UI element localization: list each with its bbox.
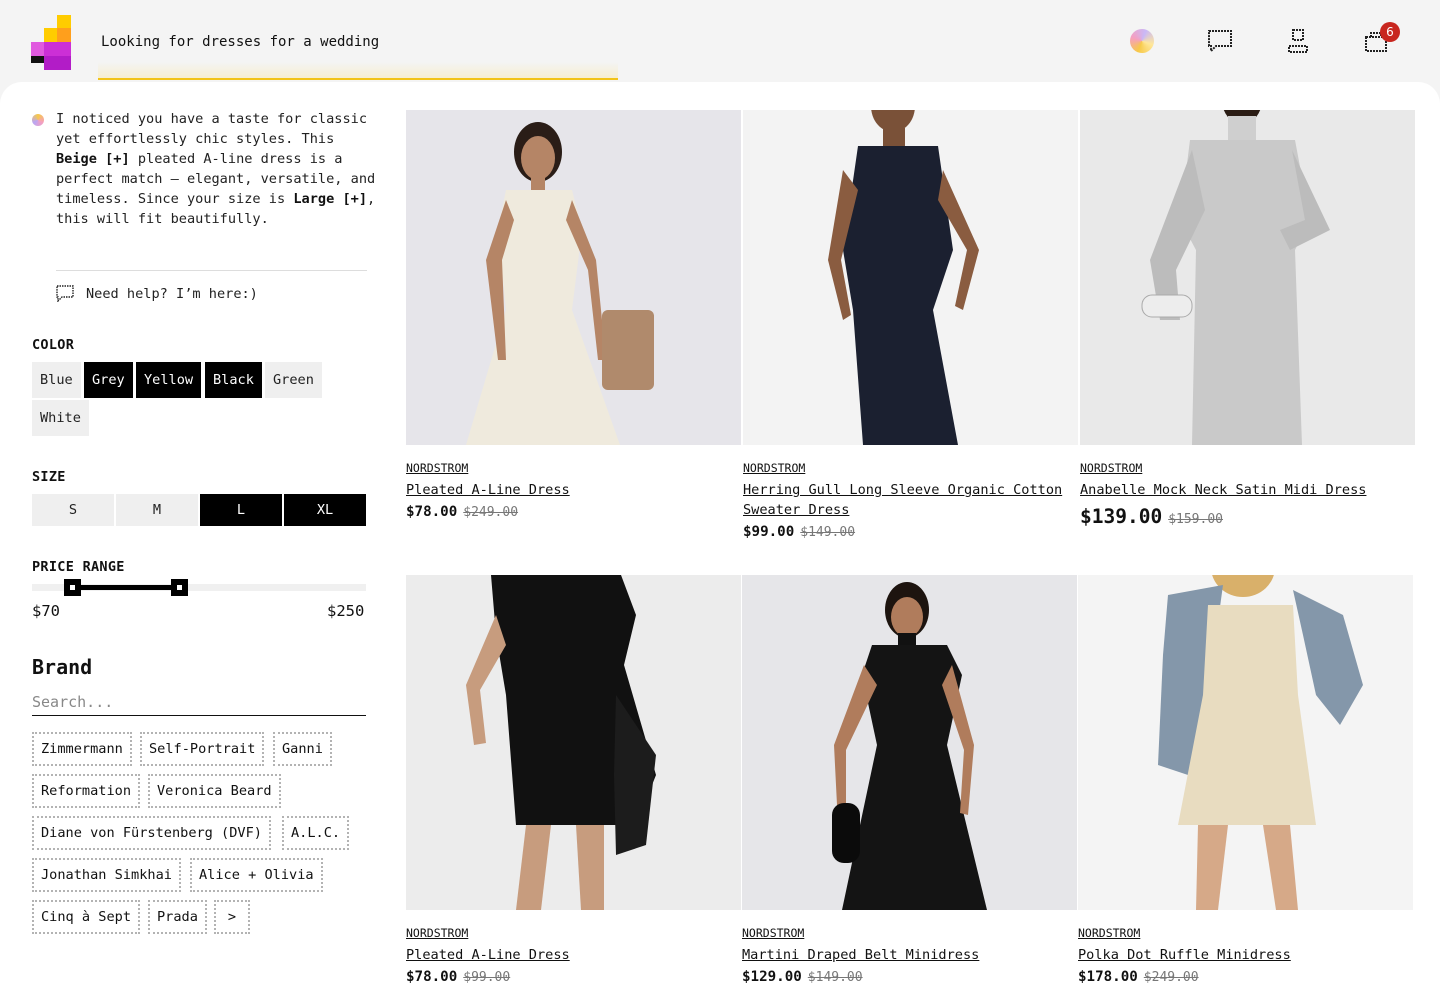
brand-chip[interactable]: Ganni <box>273 732 332 766</box>
brand-chip[interactable]: Alice + Olivia <box>190 858 323 892</box>
brand-chip[interactable]: Cinq à Sept <box>32 900 141 934</box>
price-range-title: PRICE RANGE <box>32 559 125 575</box>
color-chip-white[interactable]: White <box>32 400 89 436</box>
product-image[interactable] <box>742 575 1077 910</box>
product-name[interactable]: Anabelle Mock Neck Satin Midi Dress <box>1080 480 1415 500</box>
product-image[interactable] <box>1080 110 1415 445</box>
product-price: $99.00 $149.00 <box>743 524 855 540</box>
search-underline <box>98 78 618 80</box>
product-brand[interactable]: NORDSTROM <box>743 461 805 475</box>
help-link[interactable]: Need help? I’m here:) <box>56 285 258 302</box>
sale-price: $139.00 <box>1080 505 1163 528</box>
product-brand[interactable]: NORDSTROM <box>1078 926 1140 940</box>
product-price: $129.00 $149.00 <box>742 969 863 985</box>
product-name[interactable]: Herring Gull Long Sleeve Organic Cotton … <box>743 480 1079 520</box>
original-price: $249.00 <box>463 505 519 520</box>
original-price: $149.00 <box>807 970 863 985</box>
size-option-s[interactable]: S <box>32 494 114 526</box>
color-chip-green[interactable]: Green <box>265 362 322 398</box>
product-price: $178.00 $249.00 <box>1078 969 1199 985</box>
product-brand[interactable]: NORDSTROM <box>742 926 804 940</box>
more-brands-chevron-icon[interactable]: > <box>214 900 250 934</box>
ai-orb-icon[interactable] <box>1127 26 1157 56</box>
brand-chip[interactable]: Jonathan Simkhai <box>32 858 181 892</box>
product-brand[interactable]: NORDSTROM <box>406 926 468 940</box>
sale-price: $78.00 <box>406 969 458 985</box>
sale-price: $78.00 <box>406 504 458 520</box>
price-min-label: $70 <box>32 602 60 620</box>
product-image[interactable] <box>406 575 741 910</box>
brand-chip[interactable]: Veronica Beard <box>148 774 281 808</box>
message-text: I noticed you have a taste for classic y… <box>56 111 367 147</box>
size-filter-title: SIZE <box>32 469 66 485</box>
color-tag[interactable]: Beige [+] <box>56 151 130 167</box>
chat-icon <box>56 285 74 302</box>
color-chip-blue[interactable]: Blue <box>32 362 81 398</box>
help-text: Need help? I’m here:) <box>86 285 258 302</box>
product-price: $139.00 $159.00 <box>1080 505 1223 528</box>
color-chip-yellow[interactable]: Yellow <box>136 362 202 398</box>
price-max-handle[interactable] <box>171 579 188 596</box>
product-brand[interactable]: NORDSTROM <box>1080 461 1142 475</box>
brand-logo[interactable] <box>31 15 71 70</box>
brand-search-input[interactable] <box>32 688 366 716</box>
cart-count-badge: 6 <box>1380 22 1400 42</box>
ai-search-bar[interactable]: Looking for dresses for a wedding <box>98 28 618 80</box>
brand-chip[interactable]: A.L.C. <box>282 816 350 850</box>
top-header: Looking for dresses for a wedding 6 <box>0 0 1440 84</box>
size-option-xl[interactable]: XL <box>284 494 366 526</box>
product-price: $78.00 $249.00 <box>406 504 518 520</box>
brand-filter-title: Brand <box>32 655 93 679</box>
product-name[interactable]: Polka Dot Ruffle Minidress <box>1078 945 1408 965</box>
product-image[interactable] <box>406 110 741 445</box>
sale-price: $99.00 <box>743 524 795 540</box>
assistant-orb-icon <box>32 114 44 126</box>
color-chip-grey[interactable]: Grey <box>84 362 133 398</box>
sale-price: $178.00 <box>1078 969 1138 985</box>
sale-price: $129.00 <box>742 969 802 985</box>
price-range-fill <box>72 585 180 590</box>
size-option-l[interactable]: L <box>200 494 282 526</box>
brand-chip[interactable]: Zimmermann <box>32 732 132 766</box>
original-price: $149.00 <box>800 525 856 540</box>
color-filter-title: COLOR <box>32 337 75 353</box>
brand-chip[interactable]: Diane von Fürstenberg (DVF) <box>32 816 271 850</box>
product-name[interactable]: Martini Draped Belt Minidress <box>742 945 1072 965</box>
product-image[interactable] <box>743 110 1078 445</box>
brand-chip[interactable]: Prada <box>148 900 207 934</box>
search-query[interactable]: Looking for dresses for a wedding <box>101 34 379 50</box>
price-max-label: $250 <box>327 602 365 620</box>
product-name[interactable]: Pleated A-Line Dress <box>406 480 736 500</box>
size-option-m[interactable]: M <box>116 494 198 526</box>
size-tag[interactable]: Large [+] <box>293 191 367 207</box>
product-price: $78.00 $99.00 <box>406 969 510 985</box>
chat-icon[interactable] <box>1205 26 1235 56</box>
assistant-divider <box>56 270 367 271</box>
assistant-message: I noticed you have a taste for classic y… <box>56 109 376 229</box>
color-chip-black[interactable]: Black <box>205 362 262 398</box>
price-min-handle[interactable] <box>64 579 81 596</box>
original-price: $249.00 <box>1143 970 1199 985</box>
original-price: $159.00 <box>1168 512 1223 527</box>
user-icon[interactable] <box>1283 26 1313 56</box>
product-brand[interactable]: NORDSTROM <box>406 461 468 475</box>
product-image[interactable] <box>1078 575 1413 910</box>
brand-chip[interactable]: Reformation <box>32 774 141 808</box>
brand-chip[interactable]: Self-Portrait <box>140 732 265 766</box>
product-name[interactable]: Pleated A-Line Dress <box>406 945 736 965</box>
original-price: $99.00 <box>463 970 511 985</box>
